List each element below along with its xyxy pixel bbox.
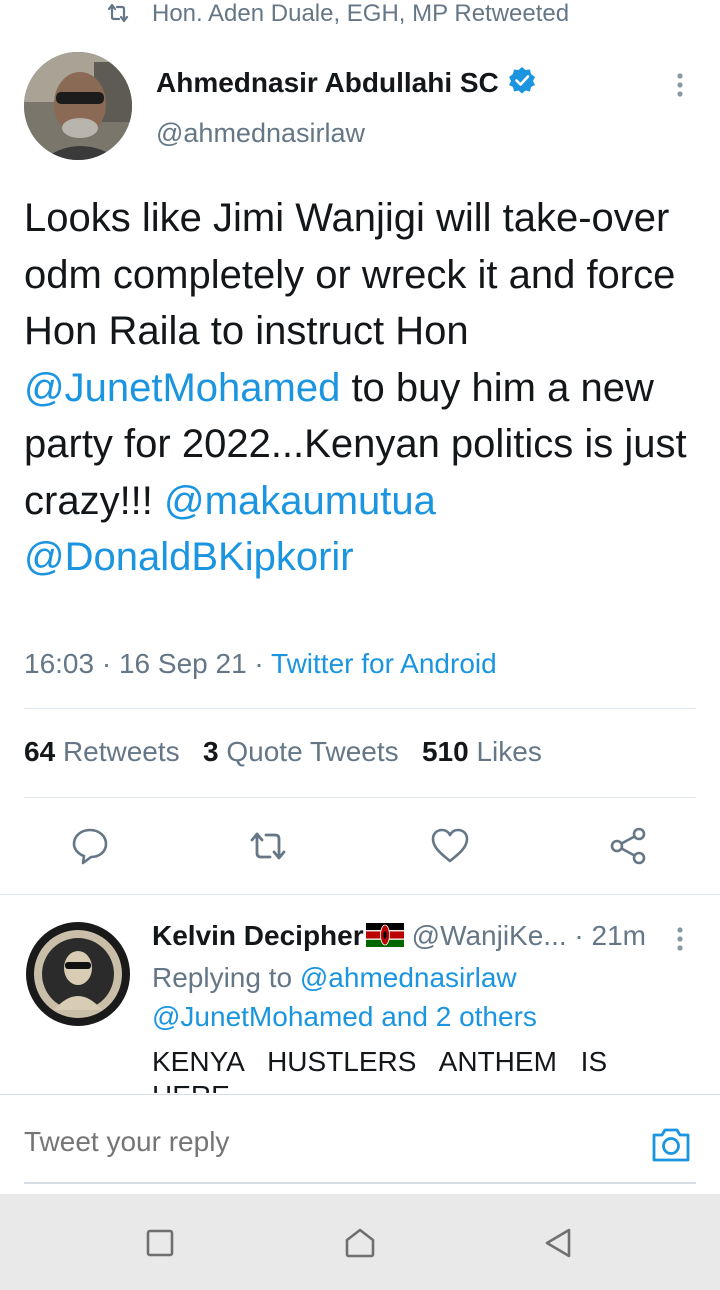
verified-badge-icon (509, 67, 535, 94)
likes-count: 510 (421, 736, 469, 767)
author-name[interactable]: Ahmednasir Abdullahi SC (156, 67, 499, 99)
like-icon[interactable] (430, 826, 470, 866)
recents-icon[interactable] (144, 1227, 176, 1259)
reply-author-name[interactable]: Kelvin Decipher (152, 920, 364, 951)
meta-separator: · (254, 648, 264, 679)
divider (24, 797, 696, 798)
share-icon[interactable] (608, 826, 648, 866)
tweet-time: 16:03 (24, 648, 95, 679)
divider (24, 708, 696, 709)
replying-to-prefix: Replying to (152, 962, 293, 993)
reply-time: 21m (591, 920, 646, 951)
retweets-stat[interactable]: 64 Retweets (24, 736, 180, 767)
retweets-count: 64 (24, 736, 56, 767)
author-avatar[interactable] (24, 52, 132, 160)
replying-to-handle[interactable]: @ahmednasirlaw (300, 962, 517, 993)
more-options-icon[interactable] (670, 924, 690, 954)
kenya-flag-icon (365, 923, 404, 947)
retweets-label: Retweets (62, 736, 180, 767)
retweet-header: Hon. Aden Duale, EGH, MP Retweeted (0, 0, 720, 30)
tweet-text: Looks like Jimi Wanjigi will take-over o… (24, 190, 704, 586)
camera-icon[interactable] (650, 1124, 692, 1166)
quotes-count: 3 (203, 736, 219, 767)
tweet-timestamp: 16:03 · 16 Sep 21 · Twitter for Android (24, 648, 497, 680)
mention-link[interactable]: @makaumutua (164, 479, 436, 523)
reply-text: KENYA HUSTLERS ANTHEM IS HERE (152, 1046, 608, 1093)
reply-input[interactable] (24, 1126, 584, 1158)
mention-link[interactable]: @DonaldBKipkorir (24, 535, 354, 579)
home-icon[interactable] (344, 1227, 376, 1259)
quotes-label: Quote Tweets (226, 736, 399, 767)
retweet-icon (107, 3, 129, 23)
meta-separator: · (101, 648, 112, 679)
tweet-date: 16 Sep 21 (118, 648, 247, 679)
retweeted-by-text[interactable]: Hon. Aden Duale, EGH, MP Retweeted (152, 0, 569, 28)
reply-author-handle[interactable]: @WanjiKe... (412, 920, 567, 951)
reply-separator: · (574, 920, 584, 951)
back-icon[interactable] (542, 1227, 574, 1259)
likes-stat[interactable]: 510 Likes (422, 736, 542, 767)
reply-author-avatar[interactable] (24, 920, 132, 1028)
tweet-source-link[interactable]: Twitter for Android (271, 648, 497, 679)
replying-to-others[interactable]: and 2 others (381, 1001, 537, 1032)
replying-to-line: @JunetMohamed and 2 others (152, 1001, 537, 1033)
divider (0, 894, 720, 895)
replying-to-line: Replying to @ahmednasirlaw (152, 962, 517, 994)
retweet-icon[interactable] (248, 826, 288, 866)
compose-underline (24, 1182, 696, 1184)
replying-to-handle[interactable]: @JunetMohamed (152, 1001, 373, 1032)
reply-icon[interactable] (70, 826, 110, 866)
reply-header: Kelvin Decipher @WanjiKe... · 21m (152, 920, 646, 952)
engagement-stats: 64 Retweets 3 Quote Tweets 510 Likes (24, 736, 542, 768)
likes-label: Likes (476, 736, 542, 767)
author-handle[interactable]: @ahmednasirlaw (156, 118, 365, 149)
tweet-text-segment: Looks like Jimi Wanjigi will take-over o… (24, 196, 676, 353)
quote-tweets-stat[interactable]: 3 Quote Tweets (203, 736, 399, 767)
more-options-icon[interactable] (670, 70, 690, 100)
mention-link[interactable]: @JunetMohamed (24, 366, 340, 410)
